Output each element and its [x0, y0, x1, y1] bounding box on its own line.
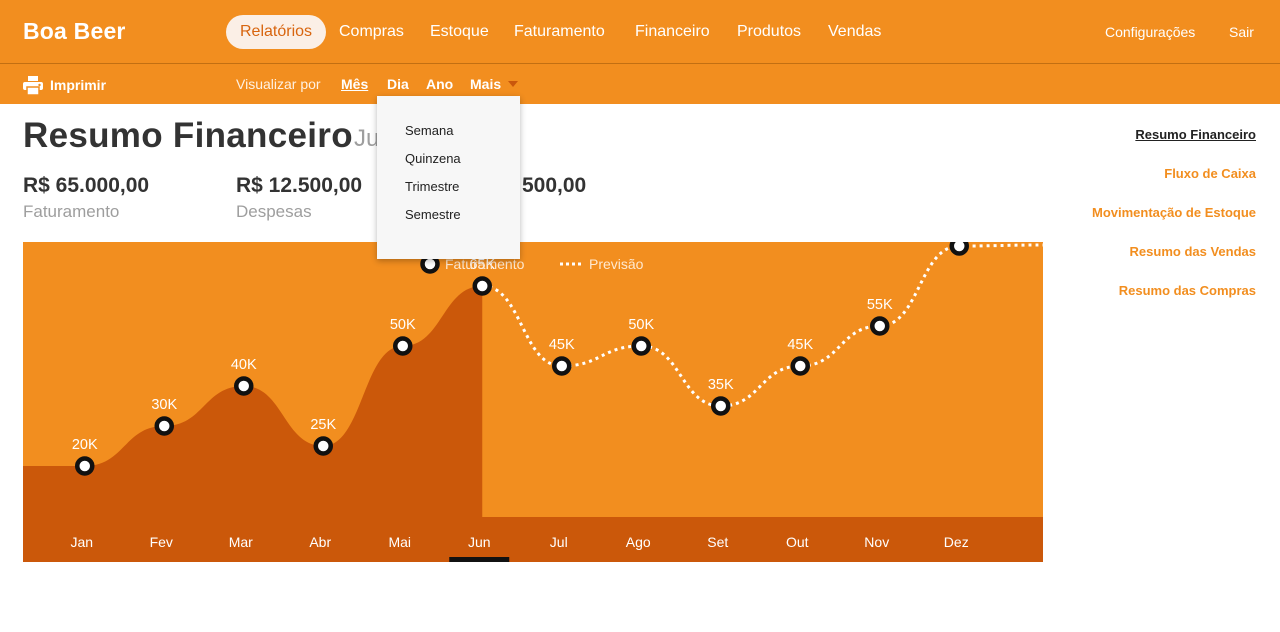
sidebar-link-movimentacao-estoque[interactable]: Movimentação de Estoque — [1092, 205, 1256, 220]
nav-item-produtos[interactable]: Produtos — [737, 15, 801, 49]
sidebar-link-resumo-financeiro[interactable]: Resumo Financeiro — [1135, 127, 1256, 142]
view-by-label: Visualizar por — [236, 76, 321, 92]
nav-item-faturamento[interactable]: Faturamento — [514, 15, 605, 49]
data-point-label: 55K — [867, 297, 893, 313]
data-point-marker — [75, 456, 95, 476]
data-point-label: 50K — [628, 317, 654, 333]
x-axis-tick-label: Mar — [229, 534, 253, 550]
x-axis-tick-label: Jul — [550, 534, 568, 550]
period-more[interactable]: Mais — [470, 76, 519, 92]
data-point-label: 35K — [708, 377, 734, 393]
dropdown-item-quinzena[interactable]: Quinzena — [377, 148, 520, 176]
data-point-marker — [393, 336, 413, 356]
selected-month-indicator — [449, 557, 510, 562]
data-point-label: 40K — [231, 357, 257, 373]
logout-link[interactable]: Sair — [1229, 15, 1254, 49]
x-axis-tick-label: Nov — [864, 534, 889, 550]
period-year[interactable]: Ano — [426, 76, 453, 92]
nav-item-relatorios[interactable]: Relatórios — [226, 15, 327, 49]
period-dropdown-menu: Semana Quinzena Trimestre Semestre — [377, 96, 520, 259]
data-point-marker — [711, 396, 731, 416]
nav-item-estoque[interactable]: Estoque — [430, 15, 489, 49]
data-point-label: 50K — [390, 317, 416, 333]
legend-previsao-label: Previsão — [589, 256, 644, 272]
x-axis-tick-label: Fev — [150, 534, 173, 550]
data-point-marker — [154, 416, 174, 436]
data-point-label: 45K — [549, 337, 575, 353]
sidebar-link-fluxo-de-caixa[interactable]: Fluxo de Caixa — [1164, 166, 1256, 181]
data-point-marker — [234, 376, 254, 396]
data-point-marker — [790, 356, 810, 376]
data-point-label: 30K — [151, 397, 177, 413]
chart-svg: 20KJan30KFev40KMar25KAbr50KMai65KJun45KJ… — [23, 242, 1043, 562]
toolbar: Imprimir Visualizar por Mês Dia Ano Mais — [0, 64, 1280, 104]
data-point-marker — [313, 436, 333, 456]
dropdown-item-semestre[interactable]: Semestre — [377, 204, 520, 232]
print-label: Imprimir — [50, 77, 107, 93]
period-more-label: Mais — [470, 76, 502, 92]
data-point-label: 25K — [310, 417, 336, 433]
x-axis-band — [23, 517, 1043, 562]
nav-item-vendas[interactable]: Vendas — [828, 15, 881, 49]
data-point-marker — [552, 356, 572, 376]
stat-label-faturamento: Faturamento — [23, 202, 120, 221]
data-point-marker — [870, 316, 890, 336]
data-point-label: 45K — [787, 337, 813, 353]
stat-value-third: 500,00 — [522, 174, 587, 197]
stat-value-faturamento: R$ 65.000,00 — [23, 174, 150, 197]
nav-item-financeiro[interactable]: Financeiro — [635, 15, 710, 49]
x-axis-tick-label: Dez — [944, 534, 969, 550]
x-axis-tick-label: Abr — [309, 534, 331, 550]
dropdown-item-semana[interactable]: Semana — [377, 120, 520, 148]
sidebar-link-resumo-compras[interactable]: Resumo das Compras — [1119, 283, 1256, 298]
brand-logo[interactable]: Boa Beer — [23, 18, 126, 45]
stat-value-despesas: R$ 12.500,00 — [236, 174, 363, 197]
page-title: Resumo Financeiro — [23, 116, 353, 155]
dropdown-item-trimestre[interactable]: Trimestre — [377, 176, 520, 204]
x-axis-tick-label: Jun — [468, 534, 491, 550]
x-axis-tick-label: Ago — [626, 534, 651, 550]
sidebar-link-resumo-vendas[interactable]: Resumo das Vendas — [1130, 244, 1256, 259]
print-button[interactable]: Imprimir — [23, 74, 106, 96]
top-navbar: Boa Beer Relatórios Compras Estoque Fatu… — [0, 0, 1280, 64]
x-axis-tick-label: Set — [707, 534, 728, 550]
x-axis-tick-label: Mai — [388, 534, 411, 550]
data-point-marker — [472, 276, 492, 296]
x-axis-tick-label: Out — [786, 534, 809, 550]
period-day[interactable]: Dia — [387, 76, 409, 92]
nav-item-compras[interactable]: Compras — [339, 15, 404, 49]
stat-label-despesas: Despesas — [236, 202, 312, 221]
settings-link[interactable]: Configurações — [1105, 15, 1195, 49]
data-point-marker — [949, 242, 969, 256]
page-month: Ju — [354, 125, 380, 152]
caret-down-icon — [508, 81, 519, 88]
data-point-label: 20K — [72, 437, 98, 453]
printer-icon — [23, 75, 43, 95]
data-point-marker — [631, 336, 651, 356]
period-month[interactable]: Mês — [341, 76, 368, 92]
financial-chart: 20K Jan 30K Fev 40K Mar 25K Abr 50K Mai 65K Jun 45K J… — [23, 242, 1043, 562]
x-axis-tick-label: Jan — [70, 534, 93, 550]
